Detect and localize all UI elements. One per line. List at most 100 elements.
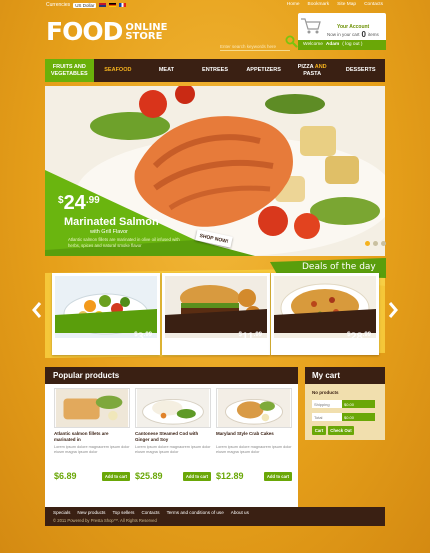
shipping-row: Shipping $0.00 [312,400,375,408]
nav-label: AND [314,64,327,70]
hero-description: Atlantic salmon fillets are marinated in… [68,237,180,248]
hero-price-main: 24 [63,192,86,214]
nav-appetizers[interactable]: APPETIZERS [239,59,288,82]
logo-online-store: ONLINE STORE [125,22,167,42]
cart-text-suffix: items [367,32,379,37]
footer-link-about[interactable]: About us [231,510,249,515]
logo-food: FOOD [46,17,123,46]
total-value: $0.00 [342,413,375,421]
product-title[interactable]: Cantonese Steamed Cod with Ginger and So… [135,431,211,443]
footer-link-specials[interactable]: Specials [53,510,70,515]
deal-card[interactable]: $ 11 .99 Quarter Pound Beef Patties [162,273,270,355]
logo-store: STORE [125,30,163,42]
product-footer: $12.89 Add to cart [216,471,292,481]
welcome-text: Welcome [303,42,323,47]
top-link-contacts[interactable]: Contacts [364,2,383,7]
cart-summary: Now in your cart 0 items [327,30,379,39]
product-footer: $6.89 Add to cart [54,471,130,481]
nav-fruits-vegetables[interactable]: FRUITS AND VEGETABLES [45,59,94,82]
add-to-cart-button[interactable]: Add to cart [263,471,292,481]
deals-title: Deals of the day [302,262,376,272]
footer-links: Specials New products Top sellers Contac… [53,510,249,515]
logo[interactable]: FOOD ONLINE STORE [46,17,168,46]
crab-cakes-image[interactable] [216,388,292,428]
deal-price-main: 11 [242,331,254,343]
nav-label: ENTREES [202,67,229,74]
nav-seafood[interactable]: SEAFOOD [94,59,143,82]
arrow-right-icon[interactable] [388,302,398,318]
slider-dot[interactable] [373,241,378,246]
cart-button[interactable]: Cart [312,426,326,435]
deal-name: Breaded Flounder [307,345,343,350]
deal-card[interactable]: $ 3 .99 Mediterranean Vegetable Blend [52,273,160,355]
cart-text-prefix: Now in your cart [327,32,360,37]
product-description: Lorem ipsum dolore magnaorem ipsum dolor… [135,445,211,454]
deal-price-main: 28 [350,331,363,343]
deal-price: $ 11 .99 [239,331,262,343]
arrow-left-icon[interactable] [32,302,42,318]
flag-fr-icon[interactable] [119,2,127,8]
no-products-text: No products [312,390,339,395]
shipping-label: Shipping [312,400,342,408]
add-to-cart-button[interactable]: Add to cart [182,471,211,481]
top-link-sitemap[interactable]: Site Map [337,2,356,7]
logout-link[interactable]: ( log out ) [342,42,362,48]
top-link-home[interactable]: Home [287,2,300,7]
product-title[interactable]: Maryland Style Crab Cakes [216,431,292,443]
steamed-cod-image[interactable] [135,388,211,428]
deal-price: $ 28 .99 [347,331,371,343]
shipping-value: $0.00 [342,400,375,408]
add-to-cart-button[interactable]: Add to cart [101,471,130,481]
product-description: Lorem ipsum dolore magnaorem ipsum dolor… [216,445,292,454]
product-description: Lorem ipsum dolore magnaorem ipsum dolor… [54,445,130,454]
slider-dot[interactable] [381,241,386,246]
top-link-bookmark[interactable]: Bookmark [308,2,330,7]
salmon-fillet-image[interactable] [54,388,130,428]
checkout-button[interactable]: Check Out [328,426,354,435]
product-price: $25.89 [135,471,163,481]
product-footer: $25.89 Add to cart [135,471,211,481]
main-nav: FRUITS AND VEGETABLES SEAFOOD MEAT ENTREE… [45,59,385,82]
deal-card[interactable]: $ 28 .99 Breaded Flounder [271,273,379,355]
product-title[interactable]: Atlantic salmon fillets are marinated in [54,431,130,443]
shopping-cart-icon[interactable] [300,16,322,36]
footer-link-top-sellers[interactable]: Top sellers [112,510,134,515]
nav-label: PASTA [303,70,322,77]
nav-desserts[interactable]: DESSERTS [336,59,385,82]
total-label: Total [312,413,342,421]
deal-price-cents: .99 [253,332,262,338]
search-input[interactable]: Enter search keywords here [220,41,290,51]
currency-dropdown[interactable]: US Dollar [73,2,97,8]
search-icon[interactable] [285,35,298,48]
nav-label: PIZZA [297,64,314,70]
my-cart-header: My cart [305,367,385,384]
hero-price-cents: .99 [85,195,100,206]
welcome-bar: Welcome Adam ( log out ) [298,40,386,50]
slider-dots [365,241,386,246]
flag-de-icon[interactable] [109,2,117,8]
flag-en-icon[interactable] [99,2,107,8]
copyright: © 2011 Powered by Presta Shop™. All Righ… [53,518,157,523]
deal-price: $ 3 .99 [134,331,152,343]
footer-link-new-products[interactable]: New products [77,510,105,515]
deal-name: Quarter Pound Beef Patties [188,345,244,350]
slider-dot-active[interactable] [365,241,370,246]
cart-count: 0 [361,30,366,39]
nav-meat[interactable]: MEAT [142,59,191,82]
nav-label: MEAT [158,67,175,74]
currency-selector: Currencies US Dollar [46,2,127,8]
nav-label: DESSERTS [345,67,376,74]
footer-link-terms[interactable]: Terms and conditions of use [167,510,224,515]
product-price: $6.89 [54,471,77,481]
product-card: Cantonese Steamed Cod with Ginger and So… [135,388,211,481]
nav-pizza-pasta[interactable]: PIZZA AND PASTA [288,59,337,82]
deal-price-cents: .99 [143,332,152,338]
deal-name: Mediterranean Vegetable Blend [74,345,138,350]
nav-label: FRUITS AND [52,64,86,70]
product-price: $12.89 [216,471,244,481]
deal-price-cents: .99 [362,332,371,338]
nav-entrees[interactable]: ENTREES [191,59,240,82]
user-name: Adam [325,42,340,47]
footer-link-contacts[interactable]: Contacts [141,510,159,515]
product-card: Atlantic salmon fillets are marinated in… [54,388,130,481]
